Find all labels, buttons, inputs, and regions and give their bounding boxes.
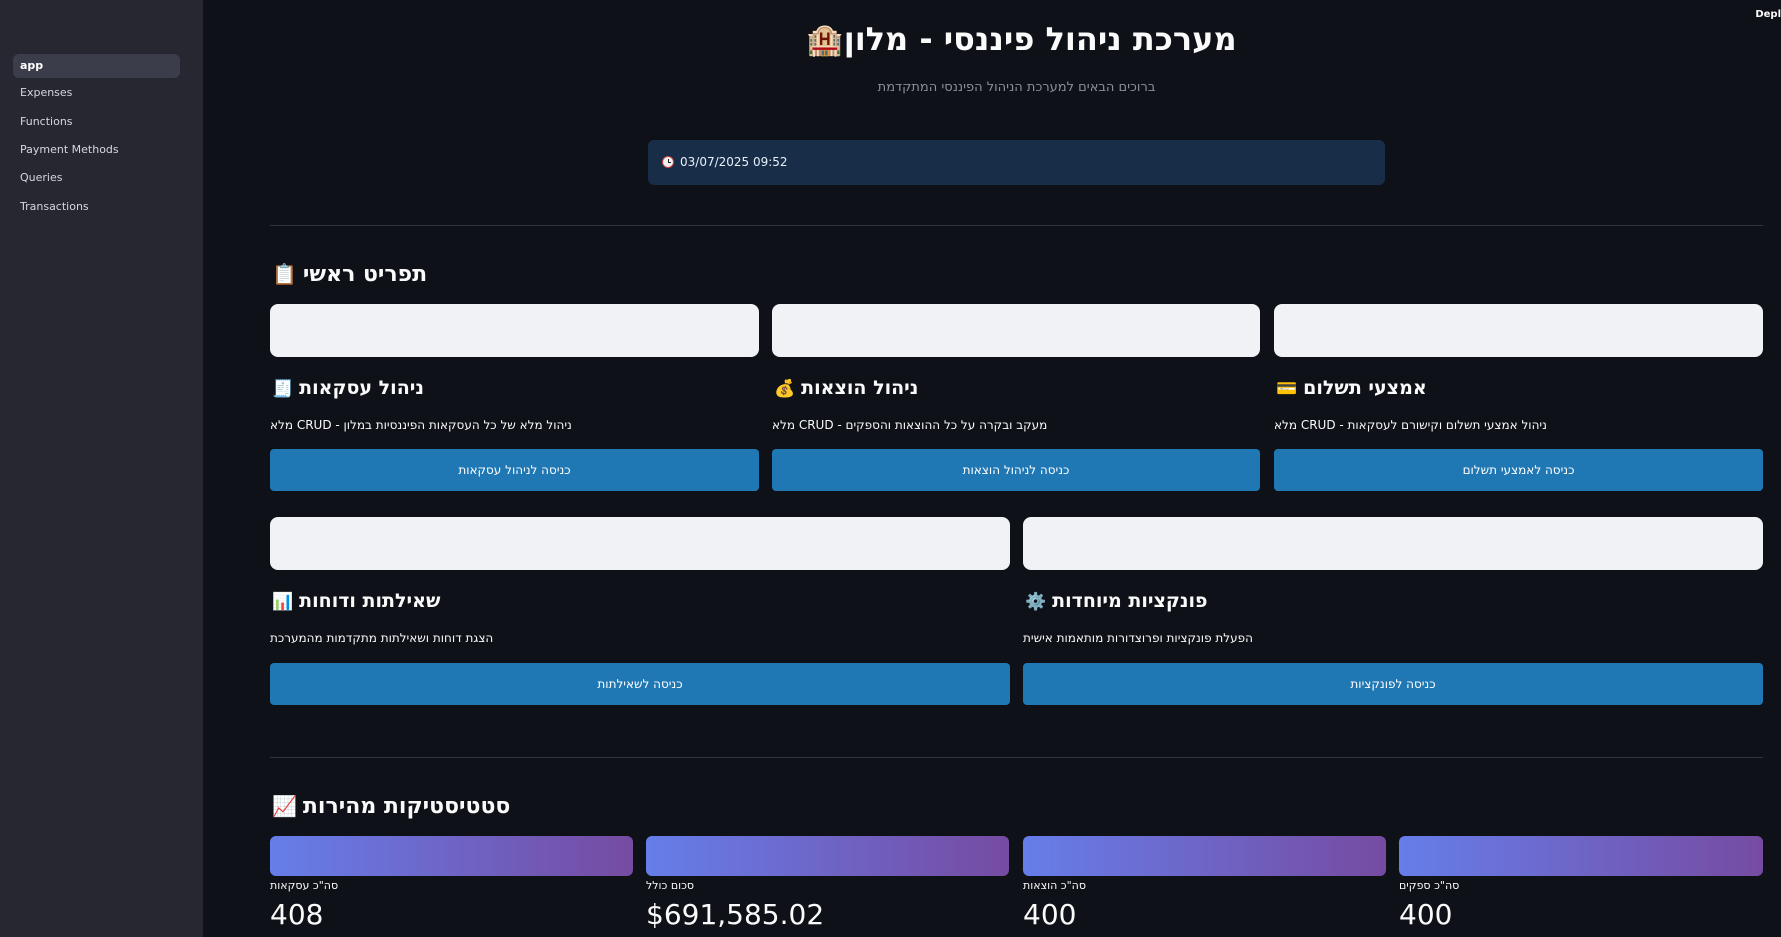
card-title-text: שאילתות ודוחות	[299, 590, 441, 612]
bar-chart-icon: 📊	[272, 592, 294, 612]
metric-value-expenses: 400	[1023, 898, 1077, 931]
section-title-stats: 📈 סטטיסטיקות מהירות	[272, 794, 510, 819]
gear-icon: ⚙️	[1025, 592, 1047, 612]
sidebar: app Expenses Functions Payment Methods Q…	[0, 0, 203, 937]
sidebar-item-queries[interactable]: Queries	[13, 166, 180, 190]
sidebar-item-app[interactable]: app	[13, 54, 180, 78]
page-subtitle: ברוכים הבאים למערכת הניהול הפיננסי המתקד…	[877, 80, 1156, 95]
enter-payment-methods-button[interactable]: כניסה לאמצעי תשלום	[1274, 449, 1763, 491]
card-title-expenses: 💰 ניהול הוצאות	[774, 377, 918, 399]
metric-value-suppliers: 400	[1399, 898, 1453, 931]
sidebar-item-payment-methods[interactable]: Payment Methods	[13, 138, 180, 162]
receipt-icon: 🧾	[272, 379, 294, 399]
metric-header-bar	[1023, 836, 1386, 876]
card-placeholder	[772, 304, 1260, 357]
card-desc-transactions: מלא CRUD - ניהול מלא של כל העסקאות הפיננ…	[270, 418, 572, 432]
chart-increasing-icon: 📈	[272, 794, 297, 818]
credit-card-icon: 💳	[1276, 379, 1298, 399]
card-title-payment-methods: 💳 אמצעי תשלום	[1276, 377, 1427, 399]
sidebar-item-expenses[interactable]: Expenses	[13, 81, 180, 105]
metric-label-suppliers: סה"כ ספקים	[1399, 879, 1460, 892]
clock-icon	[662, 156, 674, 168]
card-desc-expenses: מלא CRUD - מעקב ובקרה על כל ההוצאות והספ…	[772, 418, 1048, 432]
page-title: 🏨מערכת ניהול פיננסי - מלון	[270, 20, 1763, 58]
page-title-text: מערכת ניהול פיננסי - מלון	[843, 20, 1237, 58]
metric-header-bar	[270, 836, 633, 876]
section-title-text: תפריט ראשי	[302, 262, 428, 287]
card-title-queries: 📊 שאילתות ודוחות	[272, 590, 440, 612]
enter-expenses-button[interactable]: כניסה לניהול הוצאות	[772, 449, 1260, 491]
sidebar-item-transactions[interactable]: Transactions	[13, 195, 180, 219]
metric-label-total-amount: סכום כולל	[646, 879, 695, 892]
card-title-text: פונקציות מיוחדות	[1052, 590, 1208, 612]
card-placeholder	[270, 304, 759, 357]
clipboard-icon: 📋	[272, 262, 297, 286]
divider	[270, 225, 1763, 226]
card-desc-payment-methods: מלא CRUD - ניהול אמצעי תשלום וקישורם לעס…	[1274, 418, 1547, 432]
metric-label-expenses: סה"כ הוצאות	[1023, 879, 1086, 892]
divider	[270, 757, 1763, 758]
enter-functions-button[interactable]: כניסה לפונקציות	[1023, 663, 1763, 705]
datetime-banner: 03/07/2025 09:52	[648, 140, 1385, 185]
metric-label-transactions: סה"כ עסקאות	[270, 879, 339, 892]
metric-header-bar	[1399, 836, 1763, 876]
metric-header-bar	[646, 836, 1009, 876]
money-bag-icon: 💰	[774, 379, 796, 399]
card-title-functions: ⚙️ פונקציות מיוחדות	[1025, 590, 1208, 612]
metric-value-total-amount: $691,585.02	[646, 898, 825, 931]
card-title-text: ניהול הוצאות	[801, 377, 919, 399]
deploy-button[interactable]: Depl	[1755, 9, 1781, 20]
hotel-icon: 🏨	[806, 23, 844, 58]
datetime-text: 03/07/2025 09:52	[680, 155, 788, 169]
sidebar-item-functions[interactable]: Functions	[13, 110, 180, 134]
metric-value-transactions: 408	[270, 898, 324, 931]
enter-transactions-button[interactable]: כניסה לניהול עסקאות	[270, 449, 759, 491]
card-title-text: ניהול עסקאות	[299, 377, 424, 399]
card-title-text: אמצעי תשלום	[1303, 377, 1427, 399]
section-title-main-menu: 📋 תפריט ראשי	[272, 262, 427, 287]
section-title-text: סטטיסטיקות מהירות	[302, 794, 511, 819]
enter-queries-button[interactable]: כניסה לשאילתות	[270, 663, 1010, 705]
card-desc-functions: הפעלת פונקציות ופרוצדורות מותאמות אישית	[1023, 631, 1253, 645]
card-placeholder	[1274, 304, 1763, 357]
card-title-transactions: 🧾 ניהול עסקאות	[272, 377, 424, 399]
card-placeholder	[1023, 517, 1763, 570]
card-placeholder	[270, 517, 1010, 570]
card-desc-queries: הצגת דוחות ושאילתות מתקדמות מהמערכת	[270, 631, 494, 645]
